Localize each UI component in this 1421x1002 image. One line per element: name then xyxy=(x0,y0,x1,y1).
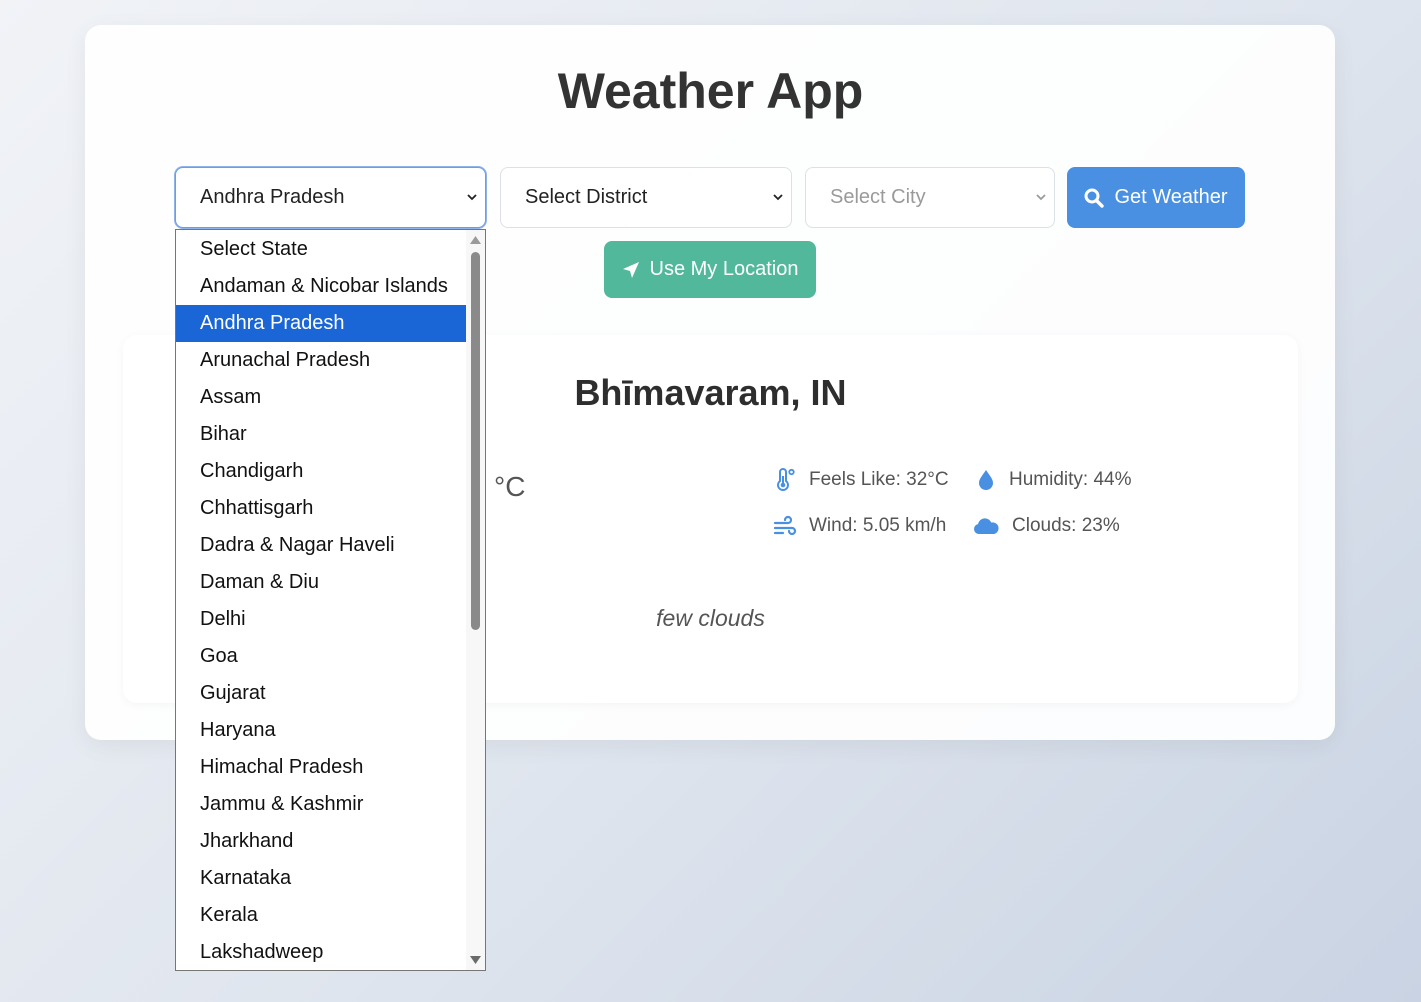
use-location-button[interactable]: Use My Location xyxy=(604,241,816,298)
state-option[interactable]: Arunachal Pradesh xyxy=(176,342,466,379)
state-select-value: Andhra Pradesh xyxy=(200,186,345,208)
dropdown-scrollbar[interactable] xyxy=(466,230,485,970)
humidity-text: Humidity: 44% xyxy=(1009,469,1132,490)
district-select[interactable]: Select District xyxy=(500,167,792,228)
feels-like-text: Feels Like: 32°C xyxy=(809,469,949,490)
cloud-icon xyxy=(973,518,999,534)
wind-text: Wind: 5.05 km/h xyxy=(809,515,947,536)
droplet-icon xyxy=(979,470,993,490)
temperature-unit: °C xyxy=(494,471,526,502)
state-option[interactable]: Chandigarh xyxy=(176,453,466,490)
clouds-text: Clouds: 23% xyxy=(1012,515,1120,536)
state-option[interactable]: Himachal Pradesh xyxy=(176,749,466,786)
clouds-detail: Clouds: 23% xyxy=(972,511,1120,541)
location-arrow-icon xyxy=(622,261,639,278)
page-title: Weather App xyxy=(557,63,864,119)
state-select[interactable]: Andhra Pradesh xyxy=(175,167,486,228)
state-option[interactable]: Assam xyxy=(176,379,466,416)
city-select[interactable]: Select City xyxy=(805,167,1055,228)
state-option[interactable]: Haryana xyxy=(176,712,466,749)
state-option[interactable]: Daman & Diu xyxy=(176,564,466,601)
state-option[interactable]: Gujarat xyxy=(176,675,466,712)
state-option[interactable]: Delhi xyxy=(176,601,466,638)
state-option[interactable]: Karnataka xyxy=(176,860,466,897)
state-option[interactable]: Select State xyxy=(176,231,466,268)
thermometer-icon xyxy=(777,468,795,491)
feels-like-detail: Feels Like: 32°C xyxy=(773,465,949,495)
state-option[interactable]: Kerala xyxy=(176,897,466,934)
wind-detail: Wind: 5.05 km/h xyxy=(773,511,946,541)
state-dropdown-list[interactable]: Select State Andaman & Nicobar Islands A… xyxy=(175,229,486,971)
get-weather-label: Get Weather xyxy=(1114,186,1228,208)
scroll-up-arrow-icon[interactable] xyxy=(469,235,482,245)
humidity-detail: Humidity: 44% xyxy=(975,465,1132,495)
scroll-down-arrow-icon[interactable] xyxy=(469,955,482,965)
state-option[interactable]: Andaman & Nicobar Islands xyxy=(176,268,466,305)
search-icon xyxy=(1084,188,1105,208)
state-option[interactable]: Bihar xyxy=(176,416,466,453)
state-option[interactable]: Jammu & Kashmir xyxy=(176,786,466,823)
state-option[interactable]: Chhattisgarh xyxy=(176,490,466,527)
district-select-value: Select District xyxy=(525,186,648,208)
state-option[interactable]: Dadra & Nagar Haveli xyxy=(176,527,466,564)
scrollbar-thumb[interactable] xyxy=(471,252,480,630)
state-option[interactable]: Goa xyxy=(176,638,466,675)
city-select-value: Select City xyxy=(830,186,926,208)
wind-icon xyxy=(773,515,797,536)
chevron-down-icon xyxy=(1036,194,1046,201)
chevron-down-icon xyxy=(773,194,783,201)
use-location-label: Use My Location xyxy=(649,258,799,280)
state-option[interactable]: Lakshadweep xyxy=(176,934,466,970)
state-option-selected[interactable]: Andhra Pradesh xyxy=(176,305,466,342)
chevron-down-icon xyxy=(467,194,477,201)
get-weather-button[interactable]: Get Weather xyxy=(1067,167,1245,228)
state-option[interactable]: Jharkhand xyxy=(176,823,466,860)
